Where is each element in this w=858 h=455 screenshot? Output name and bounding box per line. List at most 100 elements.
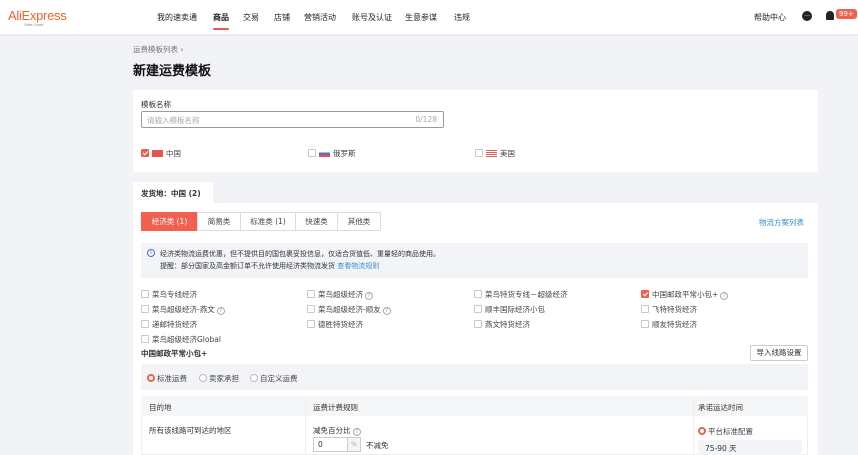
- breadcrumb-link[interactable]: 运费模板列表: [133, 45, 178, 54]
- help-icon[interactable]: ?: [365, 292, 373, 300]
- discount-input[interactable]: 0 %: [313, 437, 361, 452]
- carrier-option[interactable]: 顺丰国际经济小包: [474, 304, 545, 315]
- origin-tab[interactable]: 发货地：中国 (2): [133, 182, 213, 204]
- help-icon[interactable]: ?: [352, 428, 361, 436]
- carrier-option[interactable]: 顺友特货经济: [641, 319, 697, 330]
- carrier-option[interactable]: 燕文特货经济: [474, 319, 530, 330]
- checkbox-icon[interactable]: [307, 290, 315, 298]
- import-route-button[interactable]: 导入线路设置: [750, 345, 808, 361]
- nav-item[interactable]: 营销活动: [304, 12, 336, 23]
- checkbox-icon[interactable]: [641, 305, 649, 313]
- carrier-label: 菜鸟专线经济: [152, 290, 197, 299]
- carrier-option[interactable]: 飞特特货经济: [641, 304, 697, 315]
- column-header: 运费计费规则: [313, 403, 358, 412]
- carrier-option[interactable]: 德胜特货经济: [307, 319, 363, 330]
- fee-option-label: 自定义运费: [260, 374, 298, 383]
- breadcrumb[interactable]: 运费模板列表 ›: [133, 44, 183, 55]
- carrier-label: 菜鸟超级经济-燕文: [152, 305, 215, 314]
- help-icon[interactable]: ?: [720, 292, 729, 300]
- chat-icon[interactable]: …: [802, 11, 812, 21]
- carrier-label: 燕文特货经济: [485, 320, 530, 329]
- checkbox-icon[interactable]: [641, 290, 649, 298]
- checkbox-icon[interactable]: [474, 320, 482, 328]
- country-label: 俄罗斯: [333, 149, 356, 158]
- carrier-label: 飞特特货经济: [652, 305, 697, 314]
- carrier-label: 中国邮政平常小包+: [652, 290, 719, 299]
- method-tab[interactable]: 标准类 (1): [240, 212, 296, 231]
- method-tab[interactable]: 其他类: [337, 212, 381, 231]
- checkbox-icon[interactable]: [141, 335, 149, 343]
- country-usa[interactable]: 美国: [475, 148, 515, 159]
- time-option-label: 平台标准配置: [708, 427, 753, 436]
- checkbox-icon[interactable]: [641, 320, 649, 328]
- country-russia[interactable]: 俄罗斯: [308, 148, 356, 159]
- radio-icon[interactable]: [698, 427, 706, 435]
- checkbox-icon[interactable]: [141, 305, 149, 313]
- checkbox-icon[interactable]: [475, 149, 483, 157]
- no-discount-text: 不减免: [366, 441, 389, 450]
- info-icon: i: [147, 249, 155, 257]
- usa-flag-icon: [486, 150, 497, 157]
- column-header: 目的地: [149, 403, 172, 412]
- notice-box: i 经济类物流运费优惠，但不提供目的国包裹妥投信息，仅适合货值低、重量轻的商品使…: [141, 243, 808, 278]
- nav-item[interactable]: 账号及认证: [352, 12, 392, 23]
- method-tab[interactable]: 经济类 (1): [141, 212, 198, 231]
- nav-item[interactable]: 店铺: [274, 12, 290, 23]
- help-icon[interactable]: ?: [382, 307, 391, 315]
- notice-text: 经济类物流运费优惠，但不提供目的国包裹妥投信息，仅适合货值低、重量轻的商品使用。: [160, 250, 440, 258]
- nav-item[interactable]: 违规: [454, 12, 470, 23]
- fee-option[interactable]: 自定义运费: [250, 373, 298, 384]
- time-option-platform[interactable]: 平台标准配置: [698, 426, 753, 437]
- radio-icon[interactable]: [250, 374, 258, 382]
- checkbox-icon[interactable]: [307, 320, 315, 328]
- checkbox-icon[interactable]: [141, 320, 149, 328]
- char-counter: 0/128: [415, 115, 437, 124]
- checkbox-icon[interactable]: [474, 305, 482, 313]
- checkbox-icon[interactable]: [307, 305, 315, 313]
- carrier-label: 菜鸟特货专线－超级经济: [485, 290, 568, 299]
- nav-item[interactable]: 我的速卖通: [157, 12, 197, 23]
- carrier-option[interactable]: 菜鸟超级经济-燕文?: [141, 304, 225, 315]
- section-title: 中国邮政平常小包+: [141, 349, 208, 358]
- country-label: 中国: [166, 149, 181, 158]
- template-name-label: 模板名称: [141, 100, 171, 109]
- carrier-option[interactable]: 菜鸟超级经济-顺友?: [307, 304, 391, 315]
- template-name-input[interactable]: 请输入模板名称 0/128: [141, 111, 444, 128]
- checkbox-icon[interactable]: [141, 149, 149, 157]
- method-tab[interactable]: 快速类: [295, 212, 338, 231]
- logistics-rules-link[interactable]: 查看物流规则: [337, 262, 379, 270]
- aliexpress-logo[interactable]: AliExpress Seller Center: [8, 8, 67, 27]
- carrier-option[interactable]: 菜鸟超级经济?: [307, 289, 373, 300]
- radio-icon[interactable]: [147, 374, 155, 382]
- carrier-label: 顺友特货经济: [652, 320, 697, 329]
- radio-icon[interactable]: [199, 374, 207, 382]
- notice-reminder: 提醒：部分国家及高金额订单不允许使用经济类物流发货: [160, 262, 335, 270]
- bell-icon[interactable]: [826, 11, 834, 20]
- discount-label: 减免百分比?: [313, 425, 361, 436]
- carrier-label: 顺丰国际经济小包: [485, 305, 545, 314]
- checkbox-icon[interactable]: [141, 290, 149, 298]
- logo-text: AliExpress: [8, 8, 67, 23]
- checkbox-icon[interactable]: [308, 149, 316, 157]
- help-icon[interactable]: ?: [216, 307, 225, 315]
- fee-option[interactable]: 标准运费: [147, 373, 187, 384]
- china-flag-icon: [152, 150, 163, 157]
- carrier-option[interactable]: 菜鸟专线经济: [141, 289, 197, 300]
- carrier-option[interactable]: 递邮特货经济: [141, 319, 197, 330]
- carrier-option[interactable]: 中国邮政平常小包+?: [641, 289, 729, 300]
- fee-option-label: 卖家承担: [209, 374, 239, 383]
- carrier-option[interactable]: 菜鸟特货专线－超级经济: [474, 289, 568, 300]
- help-center-link[interactable]: 帮助中心: [754, 12, 786, 23]
- country-china[interactable]: 中国: [141, 148, 181, 159]
- nav-item[interactable]: 生意参谋: [405, 12, 437, 23]
- nav-item[interactable]: 交易: [243, 12, 259, 23]
- scheme-list-link[interactable]: 物流方案列表: [759, 217, 804, 228]
- logo-subtitle: Seller Center: [24, 22, 44, 27]
- nav-item[interactable]: 商品: [213, 12, 229, 30]
- destination-cell: 所有该线路可到达的地区: [149, 426, 232, 435]
- discount-value: 0: [318, 440, 323, 449]
- method-tab[interactable]: 简易类: [197, 212, 241, 231]
- fee-option[interactable]: 卖家承担: [199, 373, 239, 384]
- carrier-option[interactable]: 菜鸟超级经济Global: [141, 334, 221, 345]
- checkbox-icon[interactable]: [474, 290, 482, 298]
